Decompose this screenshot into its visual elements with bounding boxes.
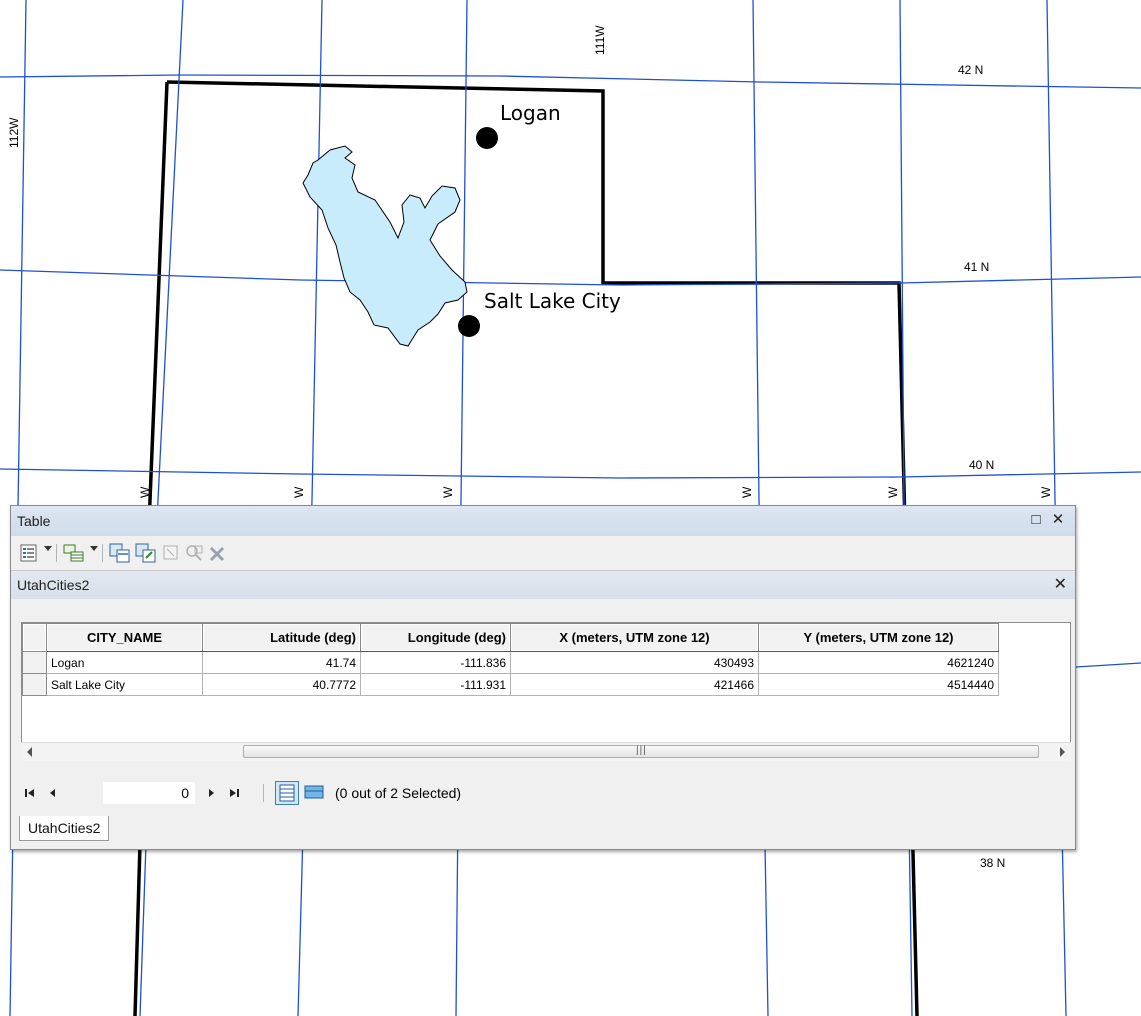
label-w-1: W	[138, 486, 152, 498]
cell-latitude[interactable]: 40.7772	[202, 673, 361, 696]
label-112w: 112W	[7, 117, 21, 148]
city-point-logan[interactable]	[476, 127, 498, 149]
cell-y-utm[interactable]: 4514440	[758, 673, 999, 696]
zoom-to-selected-icon[interactable]	[184, 543, 204, 563]
row-selector-header[interactable]	[22, 623, 47, 652]
last-record-icon[interactable]	[227, 785, 241, 801]
column-header-city-name[interactable]: CITY_NAME	[46, 623, 203, 652]
scrollbar-thumb[interactable]: |||	[243, 745, 1039, 758]
city-point-salt-lake-city[interactable]	[458, 315, 480, 337]
cell-longitude[interactable]: -111.836	[360, 651, 511, 674]
label-w-5: W	[886, 486, 900, 498]
table-tabs: UtahCities2	[11, 814, 1075, 851]
column-header-latitude[interactable]: Latitude (deg)	[202, 623, 361, 652]
close-layer-tab-icon[interactable]: ✕	[1054, 574, 1067, 594]
label-40n: 40 N	[969, 458, 994, 472]
label-111w: 111W	[593, 25, 607, 55]
label-38n: 38 N	[980, 856, 1005, 870]
cell-y-utm[interactable]: 4621240	[758, 651, 999, 674]
column-header-y-utm[interactable]: Y (meters, UTM zone 12)	[758, 623, 999, 652]
cell-city-name[interactable]: Salt Lake City	[46, 673, 203, 696]
related-tables-icon[interactable]	[63, 543, 85, 563]
scroll-right-icon[interactable]	[1060, 747, 1065, 757]
label-w-2: W	[292, 486, 306, 498]
horizontal-scrollbar[interactable]: |||	[21, 742, 1071, 761]
previous-record-icon[interactable]	[47, 785, 59, 801]
column-header-x-utm[interactable]: X (meters, UTM zone 12)	[510, 623, 759, 652]
city-label-salt-lake-city: Salt Lake City	[484, 289, 621, 313]
label-w-6: W	[1039, 486, 1053, 498]
label-42n: 42 N	[958, 63, 983, 77]
city-label-logan: Logan	[500, 101, 561, 125]
show-all-records-icon	[279, 784, 295, 802]
cell-city-name[interactable]: Logan	[46, 651, 203, 674]
layer-tab-header[interactable]: UtahCities2 ✕	[11, 570, 1075, 599]
cell-latitude[interactable]: 41.74	[202, 651, 361, 674]
great-salt-lake	[302, 145, 468, 347]
label-w-4: W	[740, 486, 754, 498]
switch-selection-icon[interactable]	[135, 543, 157, 563]
label-w-3: W	[441, 486, 455, 498]
graticule-lat-38n	[1075, 662, 1141, 668]
next-record-icon[interactable]	[205, 785, 217, 801]
table-window[interactable]: Table □ ✕ UtahCities2 ✕ CITY_NAME Latitu…	[10, 505, 1076, 850]
scroll-left-icon[interactable]	[27, 747, 32, 757]
attribute-table[interactable]: CITY_NAME Latitude (deg) Longitude (deg)…	[21, 622, 1071, 754]
related-tables-dropdown-icon[interactable]	[90, 546, 98, 551]
selection-count-text: (0 out of 2 Selected)	[335, 785, 462, 801]
table-options-dropdown-icon[interactable]	[44, 546, 52, 551]
close-icon[interactable]: ✕	[1049, 511, 1067, 529]
cell-x-utm[interactable]: 421466	[510, 673, 759, 696]
current-record-input[interactable]	[103, 782, 195, 804]
table-row[interactable]: Salt Lake City 40.7772 -111.931 421466 4…	[22, 673, 999, 696]
table-window-title: Table	[17, 513, 51, 529]
cell-longitude[interactable]: -111.931	[360, 673, 511, 696]
scrollbar-grip-icon: |||	[636, 745, 647, 756]
label-41n: 41 N	[964, 260, 989, 274]
show-selected-records-icon[interactable]	[303, 781, 325, 805]
cell-x-utm[interactable]: 430493	[510, 651, 759, 674]
table-row[interactable]: Logan 41.74 -111.836 430493 4621240	[22, 651, 999, 674]
row-selector[interactable]	[22, 673, 47, 696]
table-title-bar[interactable]: Table □ ✕	[11, 506, 1075, 536]
tab-utahcities2[interactable]: UtahCities2	[19, 816, 110, 841]
table-toolbar	[11, 536, 1075, 570]
maximize-icon[interactable]: □	[1027, 511, 1045, 529]
delete-selected-icon[interactable]	[208, 543, 226, 563]
layer-tab-title: UtahCities2	[17, 577, 90, 593]
select-by-attributes-icon[interactable]	[109, 543, 131, 563]
table-options-icon[interactable]	[19, 543, 39, 563]
first-record-icon[interactable]	[23, 785, 37, 801]
clear-selection-icon[interactable]	[161, 543, 181, 563]
table-header-row: CITY_NAME Latitude (deg) Longitude (deg)…	[22, 623, 999, 652]
column-header-longitude[interactable]: Longitude (deg)	[360, 623, 511, 652]
record-navigation-bar: (0 out of 2 Selected)	[11, 776, 1075, 810]
row-selector[interactable]	[22, 651, 47, 674]
show-all-records-button[interactable]	[275, 781, 299, 805]
